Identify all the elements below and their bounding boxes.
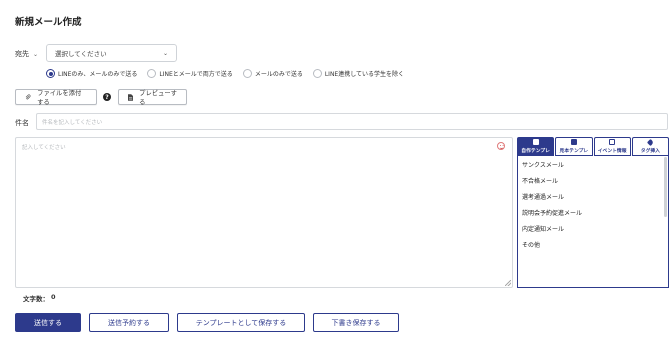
preview-label: プレビューする <box>139 90 177 106</box>
subject-placeholder: 件名を記入してください <box>42 119 103 126</box>
template-item[interactable]: その他 <box>518 236 668 252</box>
page-title: 新規メール作成 <box>15 17 82 28</box>
send-button[interactable]: 送信する <box>15 313 81 332</box>
radio-label: LINEとメールで両方で送る <box>159 71 233 78</box>
template-item[interactable]: 説明会予約促進メール <box>518 204 668 220</box>
preview-button[interactable]: プレビューする <box>118 89 187 106</box>
template-item[interactable]: サンクスメール <box>518 156 668 172</box>
radio-label: LINE連携している学生を除く <box>324 71 405 78</box>
template-item[interactable]: 不合格メール <box>518 172 668 188</box>
attach-file-button[interactable]: ファイルを添付する <box>15 89 97 106</box>
radio-line-and-mail[interactable]: LINEとメールで両方で送る <box>147 69 233 78</box>
attach-file-label: ファイルを添付する <box>37 90 82 106</box>
body-textarea[interactable]: 記入してください <box>15 137 513 288</box>
radio-button[interactable] <box>312 69 322 78</box>
char-count: 文字数： 0 <box>23 293 56 303</box>
paperclip-icon <box>25 93 31 99</box>
char-count-value: 0 <box>51 293 56 301</box>
chevron-down-icon: ⌄ <box>162 49 168 57</box>
radio-line-or-mail[interactable]: LINEのみ、メールのみで送る <box>46 69 137 78</box>
destination-label: 宛先 <box>15 50 29 58</box>
calendar-icon <box>609 139 616 145</box>
help-icon[interactable]: ? <box>103 93 111 101</box>
char-count-label: 文字数： <box>23 295 49 303</box>
tab-event-info[interactable]: イベント情報 <box>593 137 631 156</box>
document-icon <box>570 139 577 145</box>
document-icon <box>532 139 539 145</box>
resize-handle[interactable] <box>505 280 511 286</box>
tab-label: タグ挿入 <box>640 148 660 154</box>
destination-select-value: 選択してください <box>55 50 107 58</box>
subject-input[interactable]: 件名を記入してください <box>36 113 668 130</box>
tab-label: イベント情報 <box>597 149 627 154</box>
schedule-send-button[interactable]: 送信予約する <box>89 313 169 332</box>
radio-button[interactable] <box>147 69 157 78</box>
template-item[interactable]: 選考通過メール <box>518 188 668 204</box>
template-list: サンクスメール 不合格メール 選考通過メール 説明会予約促進メール 内定通知メー… <box>517 156 669 288</box>
radio-button[interactable] <box>242 69 252 78</box>
subject-label: 件名 <box>15 119 29 127</box>
send-mode-group: LINEのみ、メールのみで送る LINEとメールで両方で送る メールのみで送る … <box>46 69 404 78</box>
destination-toggle[interactable]: 宛先 ⌄ <box>15 49 38 59</box>
radio-button[interactable] <box>46 69 55 78</box>
radio-mail-only[interactable]: メールのみで送る <box>242 69 303 78</box>
save-draft-button[interactable]: 下書き保存する <box>313 313 399 332</box>
destination-select[interactable]: 選択してください ⌄ <box>46 44 177 62</box>
radio-label: メールのみで送る <box>254 71 303 78</box>
tab-label: 見本テンプレ <box>559 149 589 154</box>
tab-custom-templates[interactable]: 自作テンプレ <box>517 137 555 156</box>
tab-label: 自作テンプレ <box>521 149 550 154</box>
tab-sample-templates[interactable]: 見本テンプレ <box>555 137 593 156</box>
scrollbar[interactable] <box>664 157 667 217</box>
save-as-template-button[interactable]: テンプレートとして保存する <box>177 313 305 332</box>
template-item[interactable]: 内定通知メール <box>518 220 668 236</box>
body-placeholder: 記入してください <box>22 145 66 151</box>
tab-insert-tag[interactable]: タグ挿入 <box>631 137 669 156</box>
radio-exclude-line-linked[interactable]: LINE連携している学生を除く <box>312 69 405 78</box>
document-icon <box>128 93 134 101</box>
emoji-icon[interactable] <box>497 142 505 150</box>
tag-icon <box>646 138 654 146</box>
chevron-down-icon: ⌄ <box>33 50 39 58</box>
template-tabs: 自作テンプレ 見本テンプレ イベント情報 タグ挿入 <box>517 137 669 156</box>
radio-label: LINEのみ、メールのみで送る <box>58 71 138 78</box>
